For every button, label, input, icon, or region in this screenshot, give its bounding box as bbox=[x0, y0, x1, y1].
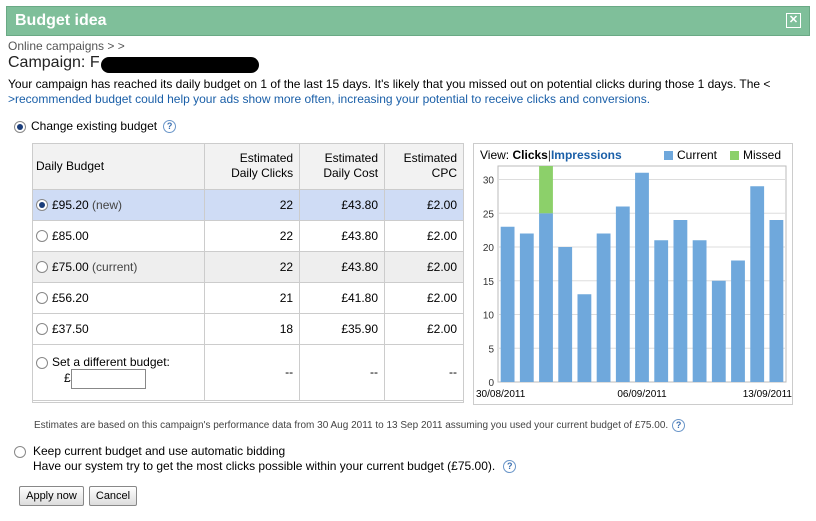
est-clicks: 22 bbox=[204, 189, 301, 221]
est-clicks: 22 bbox=[204, 251, 301, 283]
est-cpc: -- bbox=[384, 344, 464, 401]
bar-current bbox=[711, 280, 726, 382]
help-icon[interactable]: ? bbox=[672, 419, 686, 432]
budget-radio[interactable] bbox=[36, 261, 48, 274]
est-cost: £43.80 bbox=[299, 220, 386, 252]
recommended-budget-link[interactable]: >recommended budget could help your ads … bbox=[8, 92, 650, 106]
budget-value: £85.00 bbox=[52, 228, 89, 243]
y-tick-label: 0 bbox=[488, 378, 494, 389]
est-clicks: 21 bbox=[204, 282, 301, 314]
budget-value: £37.50 bbox=[52, 321, 89, 336]
custom-budget-radio[interactable] bbox=[36, 356, 48, 369]
keep-budget-label: Keep current budget and use automatic bi… bbox=[33, 444, 286, 458]
y-tick-label: 10 bbox=[483, 311, 495, 322]
budget-radio[interactable] bbox=[36, 323, 48, 336]
currency-symbol: £ bbox=[64, 371, 71, 386]
help-icon[interactable]: ? bbox=[163, 120, 177, 134]
y-tick-label: 15 bbox=[483, 277, 495, 288]
bar-current bbox=[539, 213, 553, 382]
option-keep-budget[interactable]: Keep current budget and use automatic bi… bbox=[14, 444, 517, 474]
redaction-bar bbox=[101, 57, 259, 73]
est-cpc: £2.00 bbox=[384, 220, 464, 252]
bar-current bbox=[558, 247, 573, 382]
table-row[interactable]: £85.00 22 £43.80 £2.00 bbox=[32, 220, 464, 252]
breadcrumb[interactable]: Online campaigns > > bbox=[8, 39, 125, 53]
est-cpc: £2.00 bbox=[384, 251, 464, 283]
est-clicks: 18 bbox=[204, 313, 301, 345]
dialog-titlebar: Budget idea ✕ bbox=[6, 6, 810, 36]
budget-radio[interactable] bbox=[36, 230, 48, 243]
y-tick-label: 25 bbox=[483, 209, 495, 220]
change-budget-radio[interactable] bbox=[14, 120, 26, 133]
dialog-title: Budget idea bbox=[15, 12, 107, 29]
table-row[interactable]: £37.50 18 £35.90 £2.00 bbox=[32, 313, 464, 345]
keep-budget-sub: Have our system try to get the most clic… bbox=[33, 459, 517, 474]
cancel-button[interactable]: Cancel bbox=[89, 486, 137, 506]
y-tick-label: 5 bbox=[488, 344, 494, 355]
bar-chart: 0 5 10 15 20 25 30 30/08/2011 06/09/2011 13/09/20… bbox=[476, 165, 793, 400]
table-row-custom[interactable]: Set a different budget: £ -- -- -- bbox=[32, 344, 464, 401]
message-text: Your campaign has reached its daily budg… bbox=[8, 77, 771, 91]
help-icon[interactable]: ? bbox=[503, 460, 517, 474]
bar-current bbox=[596, 233, 611, 382]
bar-current bbox=[692, 240, 707, 382]
est-clicks: -- bbox=[204, 344, 301, 401]
est-cost: £35.90 bbox=[299, 313, 386, 345]
apply-now-button[interactable]: Apply now bbox=[19, 486, 84, 506]
bar-current bbox=[769, 220, 784, 382]
est-cost: £43.80 bbox=[299, 251, 386, 283]
estimates-footnote: Estimates are based on this campaign's p… bbox=[34, 419, 686, 432]
x-tick-label: 13/09/2011 bbox=[743, 389, 793, 400]
header-daily-cost: Estimated Daily Cost bbox=[299, 143, 386, 190]
header-cpc: Estimated CPC bbox=[384, 143, 464, 190]
bar-current bbox=[615, 206, 630, 382]
budget-value: £56.20 bbox=[52, 290, 89, 305]
budget-note: (new) bbox=[92, 197, 123, 212]
bar-current bbox=[673, 220, 688, 382]
table-row[interactable]: £75.00 (current) 22 £43.80 £2.00 bbox=[32, 251, 464, 283]
budget-radio[interactable] bbox=[36, 292, 48, 305]
bar-current bbox=[519, 233, 534, 382]
keep-budget-radio[interactable] bbox=[14, 446, 26, 458]
est-cost: -- bbox=[299, 344, 386, 401]
change-budget-label: Change existing budget bbox=[31, 119, 158, 133]
budget-radio[interactable] bbox=[36, 199, 48, 212]
header-daily-budget: Daily Budget bbox=[32, 143, 206, 190]
bar-current bbox=[635, 172, 649, 382]
y-tick-label: 30 bbox=[483, 176, 495, 187]
close-icon[interactable]: ✕ bbox=[786, 13, 801, 28]
est-cpc: £2.00 bbox=[384, 313, 464, 345]
x-tick-label: 30/08/2011 bbox=[476, 389, 526, 400]
budget-value: £95.20 bbox=[52, 197, 89, 212]
budget-note: (current) bbox=[92, 259, 138, 274]
x-tick-label: 06/09/2011 bbox=[617, 389, 667, 400]
budget-value: £75.00 bbox=[52, 259, 89, 274]
bar-current bbox=[750, 186, 765, 382]
bar-current bbox=[654, 240, 669, 382]
table-row[interactable]: £56.20 21 £41.80 £2.00 bbox=[32, 282, 464, 314]
custom-budget-label: Set a different budget: bbox=[52, 355, 170, 369]
budget-message: Your campaign has reached its daily budg… bbox=[8, 77, 798, 107]
est-cpc: £2.00 bbox=[384, 189, 464, 221]
custom-budget-input[interactable] bbox=[70, 369, 146, 389]
clicks-chart-panel: View: Clicks|Impressions Current Missed … bbox=[473, 143, 793, 405]
bar-missed bbox=[539, 166, 553, 214]
est-cpc: £2.00 bbox=[384, 282, 464, 314]
campaign-title: Campaign: F bbox=[8, 54, 100, 71]
est-cost: £43.80 bbox=[299, 189, 386, 221]
bar-current bbox=[500, 226, 515, 382]
header-daily-clicks: Estimated Daily Clicks bbox=[204, 143, 301, 190]
bar-current bbox=[577, 294, 592, 382]
est-cost: £41.80 bbox=[299, 282, 386, 314]
bar-current bbox=[731, 260, 745, 382]
option-change-budget[interactable]: Change existing budget? bbox=[14, 119, 177, 134]
y-tick-label: 20 bbox=[483, 243, 495, 254]
budget-table: Daily Budget Estimated Daily Clicks Estim… bbox=[32, 143, 464, 401]
table-row[interactable]: £95.20 (new) 22 £43.80 £2.00 bbox=[32, 189, 464, 221]
est-clicks: 22 bbox=[204, 220, 301, 252]
